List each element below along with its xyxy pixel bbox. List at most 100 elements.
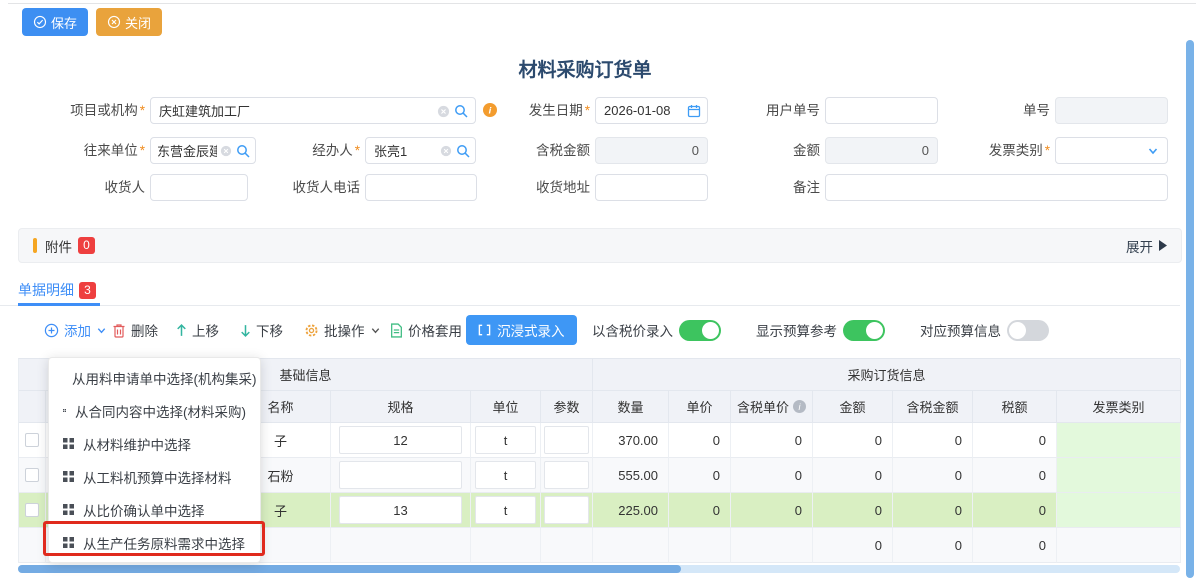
doc-no-field-wrap — [1055, 97, 1168, 124]
cell-tax-price[interactable]: 0 — [731, 493, 813, 528]
cell-qty[interactable]: 225.00 — [593, 493, 669, 528]
delete-button[interactable]: 删除 — [112, 312, 158, 348]
check-circle-icon — [33, 15, 47, 29]
grid-toolbar: 添加 删除 上移 下移 批操作 价格套用 沉浸式录入 以含税价录 — [0, 312, 1200, 350]
cell-invoice[interactable] — [1057, 423, 1181, 458]
horizontal-scrollbar-track[interactable] — [18, 565, 1180, 573]
row-checkbox[interactable] — [25, 503, 39, 517]
attachment-bar: 附件 0 展开 — [18, 228, 1182, 263]
clear-icon[interactable] — [440, 145, 452, 157]
toggle-budget-info-switch[interactable] — [1007, 320, 1049, 341]
price-apply-button[interactable]: 价格套用 — [390, 312, 462, 348]
consignee-phone-input[interactable] — [365, 174, 477, 201]
cell-tax: 0 — [973, 458, 1057, 493]
cell-param[interactable] — [541, 423, 593, 458]
document-icon — [390, 323, 403, 338]
search-icon[interactable] — [456, 144, 470, 158]
cell-tax-amount: 0 — [893, 423, 973, 458]
cell-spec[interactable] — [331, 458, 471, 493]
cell-price[interactable]: 0 — [669, 423, 731, 458]
chevron-down-icon — [370, 325, 381, 336]
handler-label: 经办人* — [270, 137, 360, 164]
brackets-icon — [478, 324, 491, 336]
close-button[interactable]: 关闭 — [96, 8, 162, 36]
cell-unit[interactable]: t — [471, 458, 541, 493]
cell-qty[interactable]: 370.00 — [593, 423, 669, 458]
header-invoice: 发票类别 — [1057, 391, 1181, 423]
cell-invoice[interactable] — [1057, 458, 1181, 493]
cell-tax-amount: 0 — [893, 493, 973, 528]
invoice-type-select[interactable] — [1055, 137, 1168, 164]
menu-item-labor-material-budget[interactable]: 从工料机预算中选择材料 — [49, 460, 260, 493]
menu-item-material-request[interactable]: 从用料申请单中选择(机构集采) — [49, 361, 260, 394]
cell-empty — [471, 528, 541, 563]
consignee-phone-field-wrap — [365, 174, 477, 201]
grid-icon — [63, 471, 74, 482]
search-icon[interactable] — [454, 104, 468, 118]
cell-tax: 0 — [973, 423, 1057, 458]
cell-empty — [669, 528, 731, 563]
cell-unit[interactable]: t — [471, 493, 541, 528]
row-checkbox[interactable] — [25, 433, 39, 447]
cell-spec[interactable]: 13 — [331, 493, 471, 528]
cell-price[interactable]: 0 — [669, 458, 731, 493]
invoice-type-label: 发票类别* — [960, 137, 1050, 164]
cell-price[interactable]: 0 — [669, 493, 731, 528]
clear-icon[interactable] — [220, 145, 232, 157]
tab-label: 单据明细 — [18, 275, 74, 305]
material-purchase-order-page: 保存 关闭 材料采购订货单 项目或机构* i 发生日期* 用户单号 单号 往来单… — [0, 0, 1200, 580]
arrow-up-icon — [176, 324, 187, 337]
user-no-input[interactable] — [825, 97, 938, 124]
menu-item-material-maintenance[interactable]: 从材料维护中选择 — [49, 427, 260, 460]
clear-icon[interactable] — [437, 105, 450, 118]
cell-param[interactable] — [541, 458, 593, 493]
header-tax-price: 含税单价i — [731, 391, 813, 423]
cell-spec[interactable]: 12 — [331, 423, 471, 458]
expand-button[interactable]: 展开 — [1126, 236, 1167, 256]
menu-item-production-task-material[interactable]: 从生产任务原料需求中选择 — [49, 526, 260, 559]
cell-tax-price[interactable]: 0 — [731, 458, 813, 493]
doc-no-label: 单号 — [960, 97, 1050, 124]
batch-operations-button[interactable]: 批操作 — [304, 312, 381, 348]
project-input[interactable] — [150, 97, 476, 124]
user-no-field-wrap — [825, 97, 938, 124]
info-icon[interactable]: i — [482, 102, 498, 118]
section-marker — [33, 238, 37, 253]
toggle-tax-entry-label: 以含税价录入 — [592, 320, 673, 340]
row-checkbox[interactable] — [25, 468, 39, 482]
address-input[interactable] — [595, 174, 708, 201]
tab-document-detail[interactable]: 单据明细 3 — [18, 274, 96, 306]
summary-tax: 0 — [973, 528, 1057, 563]
cell-invoice[interactable] — [1057, 493, 1181, 528]
cell-qty[interactable]: 555.00 — [593, 458, 669, 493]
header-amount: 金额 — [813, 391, 893, 423]
cell-tax-price[interactable]: 0 — [731, 423, 813, 458]
menu-item-price-comparison[interactable]: 从比价确认单中选择 — [49, 493, 260, 526]
grid-icon — [63, 537, 74, 548]
horizontal-scrollbar-thumb[interactable] — [18, 565, 681, 573]
search-icon[interactable] — [236, 144, 250, 158]
header-unit: 单位 — [471, 391, 541, 423]
info-icon[interactable]: i — [793, 400, 806, 413]
remark-input[interactable] — [825, 174, 1168, 201]
vertical-scrollbar-thumb[interactable] — [1186, 40, 1194, 578]
move-down-button[interactable]: 下移 — [240, 312, 283, 348]
header-tax: 税额 — [973, 391, 1057, 423]
cell-param[interactable] — [541, 493, 593, 528]
save-button[interactable]: 保存 — [22, 8, 88, 36]
immersive-entry-button[interactable]: 沉浸式录入 — [466, 315, 577, 345]
toggle-budget-ref-switch[interactable] — [843, 320, 885, 341]
cell-empty — [19, 528, 46, 563]
add-dropdown-menu: 从用料申请单中选择(机构集采) 从合同内容中选择(材料采购) 从材料维护中选择 … — [48, 357, 261, 563]
move-up-button[interactable]: 上移 — [176, 312, 219, 348]
calendar-icon[interactable] — [687, 104, 701, 118]
amount-input — [825, 137, 938, 164]
consignee-input[interactable] — [150, 174, 248, 201]
cell-tax: 0 — [973, 493, 1057, 528]
header-param: 参数 — [541, 391, 593, 423]
cell-unit[interactable]: t — [471, 423, 541, 458]
add-button[interactable]: 添加 — [44, 312, 107, 348]
cell-empty — [541, 528, 593, 563]
menu-item-contract-content[interactable]: 从合同内容中选择(材料采购) — [49, 394, 260, 427]
toggle-tax-entry-switch[interactable] — [679, 320, 721, 341]
